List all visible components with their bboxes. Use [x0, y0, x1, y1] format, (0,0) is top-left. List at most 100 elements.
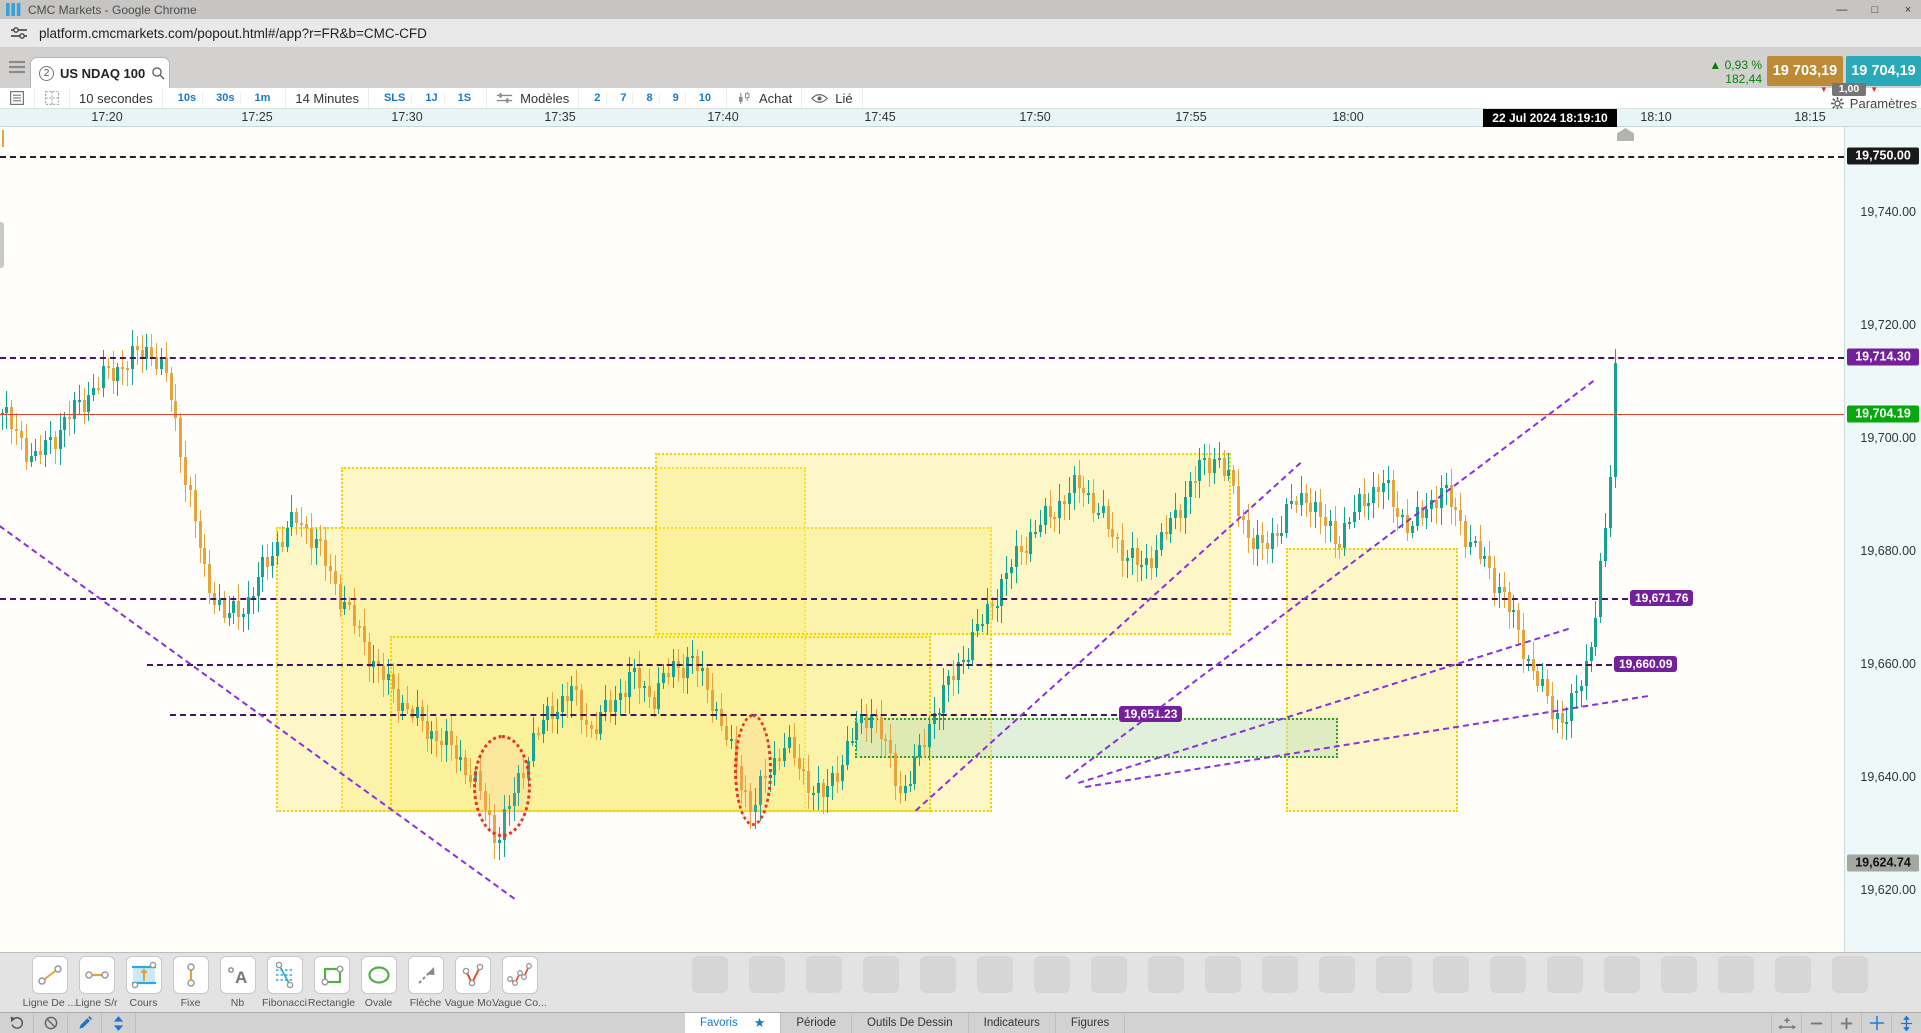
candle-body	[217, 599, 221, 606]
price-axis[interactable]: 19,750.00 19,740.00 19,720.00 19,714.30 19,7…	[1844, 127, 1921, 952]
tool-button[interactable]: Cours	[120, 956, 167, 1009]
time-axis[interactable]: 17:20 17:25 17:30 17:35 17:40 17:45 17:50 17:55…	[0, 109, 1921, 127]
candle-body	[111, 367, 115, 381]
no-draw-icon[interactable]	[34, 1013, 68, 1033]
candle-body	[72, 400, 76, 420]
candle-body	[710, 689, 714, 712]
tab-outils-de-dessin[interactable]: Outils De Dessin	[852, 1013, 969, 1033]
period-button[interactable]: 1J	[419, 92, 445, 104]
yellow-zone-drawing[interactable]	[655, 453, 1231, 635]
tool-button[interactable]: Flèche	[402, 956, 449, 1009]
tool-button[interactable]: Rectangle	[308, 956, 355, 1009]
candle-wick	[595, 712, 597, 741]
chart-plot[interactable]: 19,671.76 19,660.09 19,651.23	[0, 127, 1844, 952]
pattern-count-button[interactable]: 10	[693, 92, 717, 104]
price-level-line[interactable]	[0, 155, 1844, 158]
tool-button[interactable]: A Nb	[214, 956, 261, 1009]
tool-button[interactable]: Ligne S/r	[73, 956, 120, 1009]
candle-wick	[358, 619, 360, 637]
candle-body	[1550, 696, 1554, 720]
sell-button[interactable]: 19 703,19	[1767, 56, 1843, 86]
tool-button[interactable]: Ovale	[355, 956, 402, 1009]
candle-body	[811, 793, 815, 796]
site-settings-icon[interactable]	[10, 25, 28, 41]
price-level-line[interactable]	[0, 597, 1628, 600]
candle-wick	[643, 681, 645, 702]
price-level-line[interactable]	[147, 663, 1612, 666]
sort-arrows-icon[interactable]	[102, 1013, 136, 1033]
tool-placeholder	[1604, 956, 1640, 993]
close-button[interactable]: ×	[1895, 4, 1921, 16]
candle-body	[280, 542, 284, 547]
menu-icon[interactable]	[8, 60, 26, 74]
panel-collapse-handle[interactable]	[0, 222, 4, 268]
search-icon[interactable]	[151, 66, 166, 81]
price-level-line[interactable]	[0, 414, 1844, 416]
candle-body	[1198, 460, 1202, 482]
candle-body	[594, 729, 598, 735]
candle-body	[1454, 507, 1458, 510]
spread-badge: 1,00	[1831, 83, 1867, 96]
chart-tab[interactable]: 2 US NDAQ 100	[30, 57, 170, 88]
interval-button[interactable]: 1m	[248, 92, 276, 104]
undo-icon[interactable]	[0, 1013, 34, 1033]
tool-button[interactable]: Vague Mo...	[445, 956, 500, 1009]
tool-button[interactable]: Ligne De ...	[23, 956, 76, 1009]
candle-wick	[624, 681, 626, 714]
tool-button[interactable]: Fixe	[167, 956, 214, 1009]
tool-button[interactable]: Fibonacci	[261, 956, 308, 1009]
fit-width-icon[interactable]	[1771, 1013, 1801, 1033]
candle-body	[1435, 500, 1438, 509]
candle-body	[802, 769, 806, 772]
pattern-count-button[interactable]: 7	[614, 92, 634, 104]
pattern-count-button[interactable]: 9	[667, 92, 686, 104]
models-button[interactable]: Modèles	[487, 88, 580, 108]
pencil-icon[interactable]	[68, 1013, 102, 1033]
star-icon[interactable]: ★	[754, 1015, 766, 1031]
layout-grid-icon[interactable]	[44, 90, 60, 106]
price-level-line[interactable]	[170, 713, 1117, 716]
achat-button[interactable]: Achat	[727, 88, 803, 108]
buy-button[interactable]: 19 704,19	[1846, 56, 1921, 86]
candle-body	[362, 625, 366, 642]
url-text[interactable]: platform.cmcmarkets.com/popout.html#/app…	[39, 26, 427, 41]
price-level-line[interactable]	[0, 357, 1844, 360]
lie-button[interactable]: Lié	[802, 88, 863, 108]
ellipse-drawing[interactable]	[473, 735, 531, 837]
time-cursor-pointer[interactable]	[1617, 128, 1634, 141]
interval-button[interactable]: 10s	[172, 92, 204, 104]
tab-période[interactable]: Période	[781, 1013, 852, 1033]
yellow-zone-drawing[interactable]	[390, 636, 931, 812]
candle-body	[1130, 548, 1134, 558]
tool-placeholder	[1661, 956, 1697, 993]
candle-wick	[1542, 663, 1544, 692]
minimize-button[interactable]: —	[1829, 4, 1855, 16]
candle-body	[1005, 572, 1009, 579]
zoom-in-icon[interactable]	[1831, 1013, 1861, 1033]
candle-body	[1396, 507, 1400, 517]
crosshair-icon[interactable]	[1861, 1013, 1891, 1033]
pattern-selector[interactable]: 14 Minutes	[295, 91, 359, 106]
ellipse-drawing[interactable]	[734, 714, 772, 826]
tool-button[interactable]: Vague Co...	[492, 956, 547, 1009]
candle-body	[440, 740, 443, 746]
watchlist-panel-icon[interactable]	[9, 90, 25, 106]
zoom-out-icon[interactable]	[1801, 1013, 1831, 1033]
yellow-zone-drawing[interactable]	[1286, 548, 1458, 812]
tab-figures[interactable]: Figures	[1056, 1013, 1126, 1033]
maximize-button[interactable]: □	[1862, 4, 1888, 16]
candle-body	[700, 667, 704, 671]
tool-placeholder	[1262, 956, 1298, 993]
tab-indicateurs[interactable]: Indicateurs	[969, 1013, 1056, 1033]
candle-body	[1488, 555, 1492, 569]
tool-label: Ovale	[364, 997, 393, 1009]
period-button[interactable]: SLS	[378, 92, 413, 104]
pattern-count-button[interactable]: 2	[588, 92, 608, 104]
period-button[interactable]: 1S	[452, 92, 477, 104]
pattern-count-button[interactable]: 8	[640, 92, 660, 104]
candle-body	[401, 702, 405, 712]
tab-favoris[interactable]: Favoris ★	[685, 1013, 782, 1033]
interval-selector[interactable]: 10 secondes	[79, 91, 153, 106]
fit-height-icon[interactable]	[1891, 1013, 1921, 1033]
interval-button[interactable]: 30s	[210, 92, 242, 104]
